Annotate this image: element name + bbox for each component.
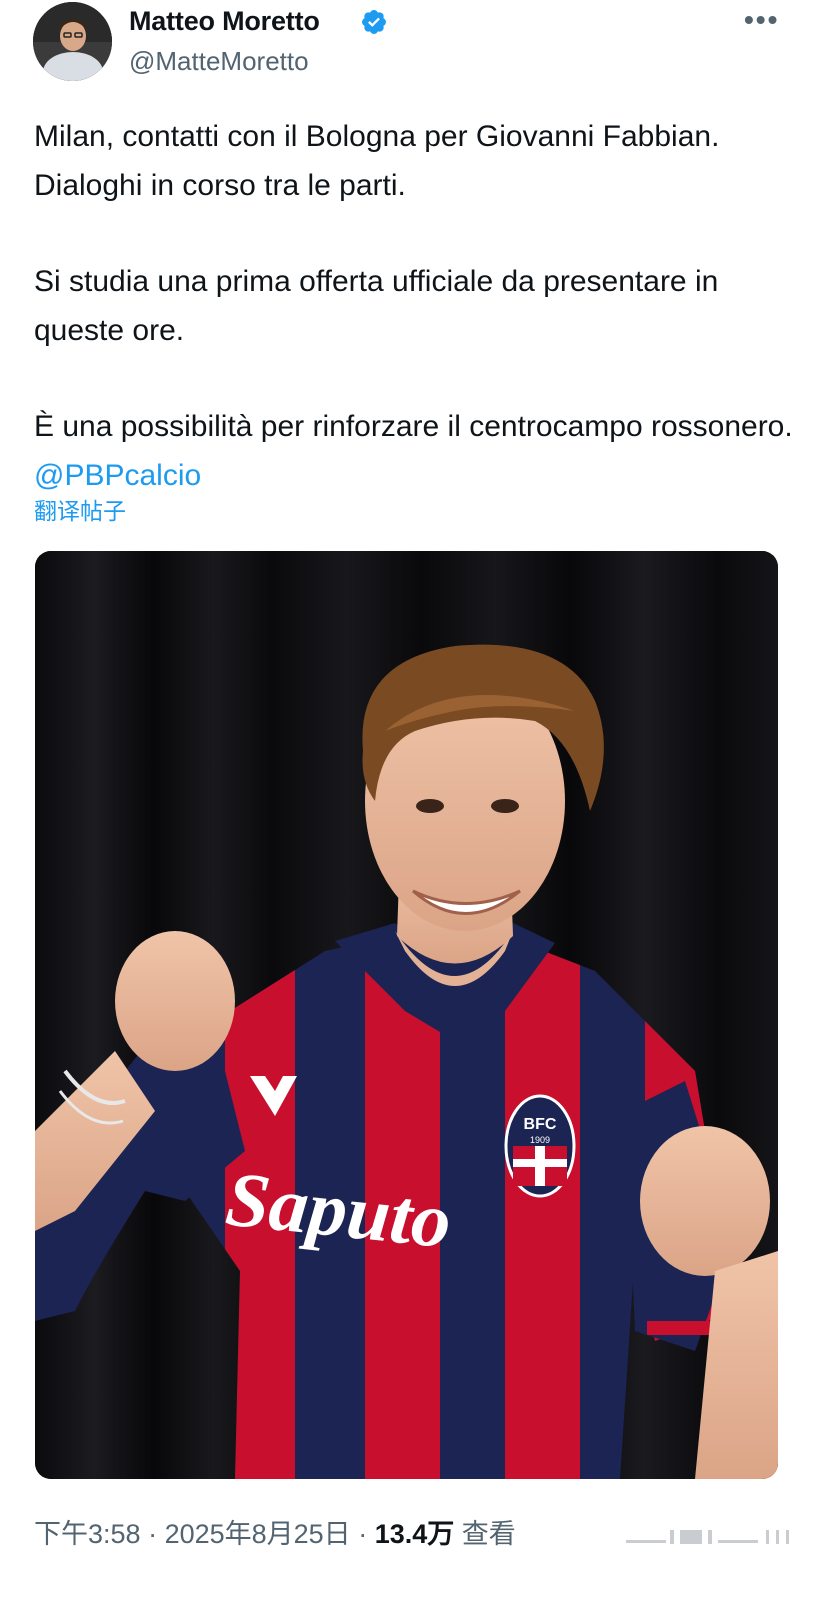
more-options-icon[interactable]: ••• — [744, 4, 779, 36]
translate-post-link[interactable]: 翻译帖子 — [34, 492, 126, 526]
svg-text:1909: 1909 — [530, 1135, 550, 1145]
club-crest-icon: BFC 1909 — [504, 1094, 576, 1198]
tweet-text: Milan, contatti con il Bologna per Giova… — [34, 112, 804, 500]
views-count: 13.4万 — [374, 1519, 455, 1549]
tweet-date[interactable]: 2025年8月25日 — [165, 1519, 351, 1549]
author-handle[interactable]: @MatteMoretto — [129, 46, 309, 77]
tweet-paragraph-text: È una possibilità per rinforzare il cent… — [34, 410, 793, 443]
author-avatar[interactable] — [33, 2, 112, 81]
svg-text:BFC: BFC — [524, 1116, 557, 1133]
meta-separator: · — [350, 1519, 375, 1549]
tweet-paragraph: Si studia una prima offerta ufficiale da… — [34, 265, 719, 347]
watermark-mark — [626, 1530, 789, 1544]
tweet-header: Matteo Moretto @MatteMoretto ••• — [0, 0, 828, 100]
author-display-name[interactable]: Matteo Moretto — [129, 6, 320, 37]
tweet-meta: 下午3:58 · 2025年8月25日 · 13.4万 查看 — [34, 1512, 516, 1551]
verified-badge-icon — [362, 10, 386, 34]
avatar-image — [33, 2, 112, 81]
mention-link[interactable]: @PBPcalcio — [34, 459, 201, 492]
views-label: 查看 — [461, 1519, 516, 1549]
player-photo-image: BFC 1909 Saputo — [35, 551, 778, 1479]
meta-separator: · — [140, 1519, 165, 1549]
tweet-time[interactable]: 下午3:58 — [34, 1519, 141, 1549]
tweet-paragraph: È una possibilità per rinforzare il cent… — [34, 402, 804, 500]
tweet-paragraph: Milan, contatti con il Bologna per Giova… — [34, 120, 720, 202]
tweet-photo[interactable]: BFC 1909 Saputo — [35, 551, 778, 1479]
